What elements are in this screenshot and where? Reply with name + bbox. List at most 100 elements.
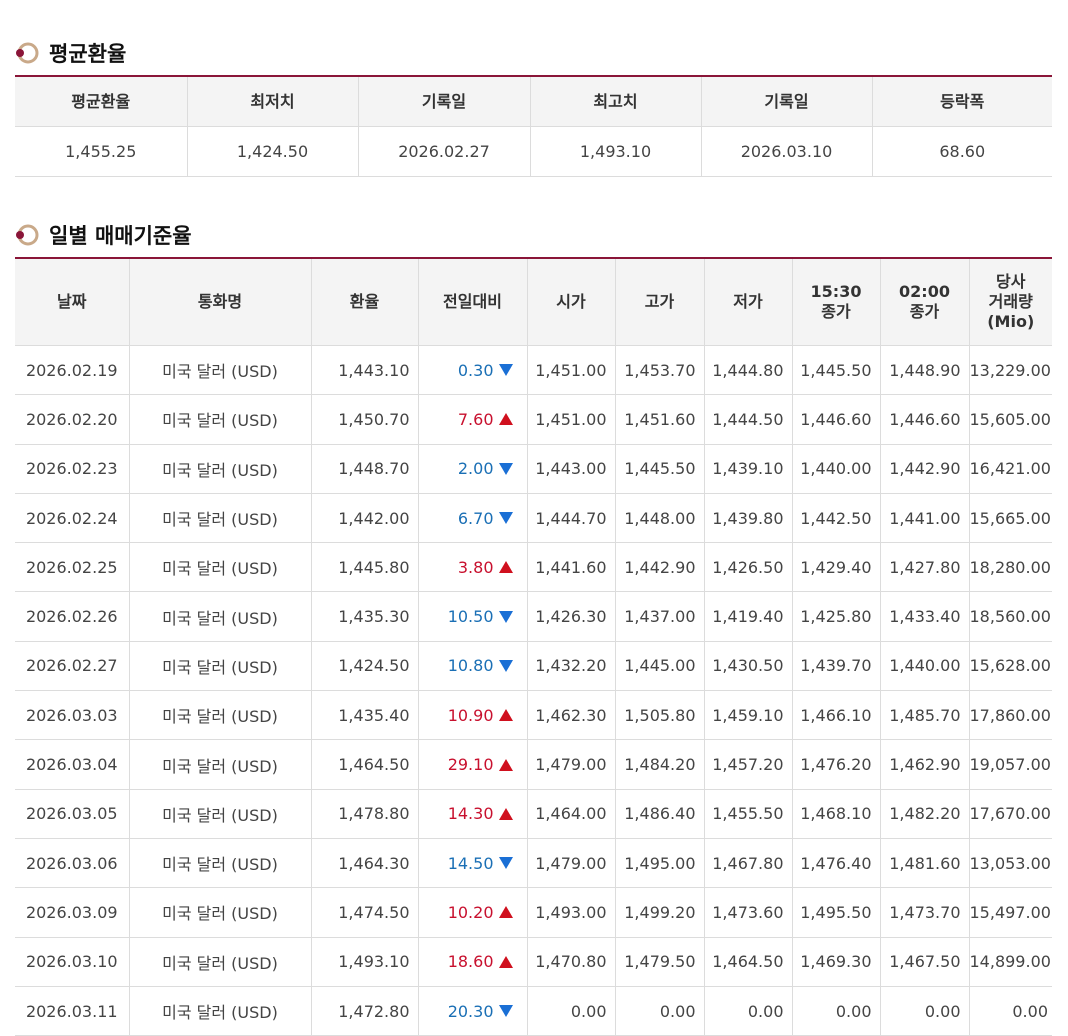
cell-date: 2026.02.23 (15, 443, 130, 494)
cell-high: 1,505.80 (614, 690, 705, 741)
triangle-down-icon (498, 364, 513, 377)
header-fluctuation: 등락폭 (871, 75, 1052, 127)
cell-volume: 19,057.00 (968, 739, 1052, 790)
triangle-down-icon (498, 659, 513, 672)
cell-change: 18.60 (417, 936, 528, 987)
cell-rate: 1,435.30 (310, 591, 419, 642)
cell-change: 10.90 (417, 690, 528, 741)
cell-open: 1,441.60 (526, 542, 616, 593)
header-highest-date: 기록일 (700, 75, 873, 127)
cell-close-0200: 1,473.70 (879, 887, 970, 938)
cell-currency: 미국 달러 (USD) (128, 887, 312, 938)
change-value: 3.80 (457, 557, 494, 577)
cell-change: 2.00 (417, 443, 528, 494)
cell-high: 1,448.00 (614, 492, 705, 544)
header-currency: 통화명 (128, 257, 312, 346)
cell-rate: 1,464.50 (310, 739, 419, 790)
value-lowest-date: 2026.02.27 (357, 126, 531, 177)
table-row: 2026.03.09 미국 달러 (USD) 1,474.50 10.20 1,493.… (15, 887, 1052, 938)
cell-open: 1,464.00 (526, 788, 616, 839)
cell-currency: 미국 달러 (USD) (128, 591, 312, 642)
cell-volume: 13,053.00 (968, 837, 1052, 889)
change-value: 7.60 (457, 409, 494, 429)
cell-rate: 1,464.30 (310, 837, 419, 889)
cell-open: 1,479.00 (526, 739, 616, 790)
triangle-down-icon (498, 610, 513, 623)
value-fluctuation: 68.60 (871, 126, 1052, 177)
value-average-rate: 1,455.25 (15, 126, 188, 177)
average-rate-value-row: 1,455.25 1,424.50 2026.02.27 1,493.10 20… (15, 126, 1052, 177)
cell-date: 2026.03.09 (15, 887, 130, 938)
cell-low: 1,455.50 (703, 788, 793, 839)
change-value: 14.30 (447, 804, 494, 824)
cell-volume: 15,605.00 (968, 394, 1052, 445)
cell-high: 1,495.00 (614, 837, 705, 889)
table-row: 2026.02.24 미국 달러 (USD) 1,442.00 6.70 1,444.7… (15, 492, 1052, 544)
cell-open: 1,443.00 (526, 443, 616, 494)
cell-change: 14.30 (417, 788, 528, 839)
cell-rate: 1,472.80 (310, 985, 419, 1036)
ring-bullet-icon (16, 224, 39, 246)
cell-low: 1,444.80 (703, 344, 793, 396)
cell-close-0200: 1,448.90 (879, 344, 970, 396)
cell-close-0200: 1,446.60 (879, 394, 970, 445)
header-highest: 최고치 (529, 75, 702, 127)
cell-currency: 미국 달러 (USD) (128, 492, 312, 544)
change-value: 10.90 (447, 705, 494, 725)
value-lowest: 1,424.50 (186, 126, 359, 177)
cell-high: 1,437.00 (614, 591, 705, 642)
value-highest-date: 2026.03.10 (700, 126, 873, 177)
change-value: 10.80 (447, 656, 494, 676)
cell-close-0200: 1,442.90 (879, 443, 970, 494)
header-rate: 환율 (310, 257, 419, 346)
table-row: 2026.02.19 미국 달러 (USD) 1,443.10 0.30 1,451.0… (15, 344, 1052, 396)
table-row: 2026.03.03 미국 달러 (USD) 1,435.40 10.90 1,462.… (15, 690, 1052, 741)
cell-close-1530: 1,442.50 (791, 492, 881, 544)
cell-volume: 15,497.00 (968, 887, 1052, 938)
cell-rate: 1,445.80 (310, 542, 419, 593)
cell-close-1530: 1,466.10 (791, 690, 881, 741)
cell-close-0200: 1,467.50 (879, 936, 970, 987)
daily-rate-table: 날짜 통화명 환율 전일대비 시가 고가 저가 15:30 종가 02:00 종… (15, 257, 1052, 1036)
cell-currency: 미국 달러 (USD) (128, 936, 312, 987)
table-row: 2026.03.10 미국 달러 (USD) 1,493.10 18.60 1,470.… (15, 936, 1052, 987)
cell-close-1530: 1,439.70 (791, 640, 881, 692)
header-date: 날짜 (15, 257, 130, 346)
header-open: 시가 (526, 257, 616, 346)
average-rate-title-text: 평균환율 (49, 42, 127, 66)
cell-volume: 0.00 (968, 985, 1052, 1036)
cell-open: 1,462.30 (526, 690, 616, 741)
change-value: 18.60 (447, 952, 494, 972)
cell-close-0200: 1,440.00 (879, 640, 970, 692)
cell-open: 1,432.20 (526, 640, 616, 692)
cell-close-1530: 1,495.50 (791, 887, 881, 938)
cell-close-1530: 1,469.30 (791, 936, 881, 987)
daily-header-row: 날짜 통화명 환율 전일대비 시가 고가 저가 15:30 종가 02:00 종… (15, 257, 1052, 346)
header-lowest-date: 기록일 (357, 75, 531, 127)
table-row: 2026.03.11 미국 달러 (USD) 1,472.80 20.30 0.00 0.… (15, 985, 1052, 1036)
triangle-up-icon (498, 807, 513, 820)
cell-currency: 미국 달러 (USD) (128, 690, 312, 741)
table-row: 2026.03.06 미국 달러 (USD) 1,464.30 14.50 1,479.… (15, 837, 1052, 889)
cell-high: 1,484.20 (614, 739, 705, 790)
cell-change: 20.30 (417, 985, 528, 1036)
cell-change: 10.50 (417, 591, 528, 642)
cell-high: 1,486.40 (614, 788, 705, 839)
cell-open: 1,493.00 (526, 887, 616, 938)
cell-date: 2026.03.05 (15, 788, 130, 839)
cell-open: 1,451.00 (526, 394, 616, 445)
cell-change: 3.80 (417, 542, 528, 593)
daily-rate-section-title: 일별 매매기준율 (15, 220, 192, 250)
cell-date: 2026.02.24 (15, 492, 130, 544)
cell-low: 1,473.60 (703, 887, 793, 938)
cell-change: 14.50 (417, 837, 528, 889)
change-value: 6.70 (457, 508, 494, 528)
cell-close-0200: 1,485.70 (879, 690, 970, 741)
cell-rate: 1,493.10 (310, 936, 419, 987)
triangle-up-icon (498, 561, 513, 574)
cell-close-1530: 1,445.50 (791, 344, 881, 396)
change-value: 10.50 (447, 607, 494, 627)
cell-close-0200: 1,441.00 (879, 492, 970, 544)
cell-high: 1,445.50 (614, 443, 705, 494)
cell-volume: 18,280.00 (968, 542, 1052, 593)
